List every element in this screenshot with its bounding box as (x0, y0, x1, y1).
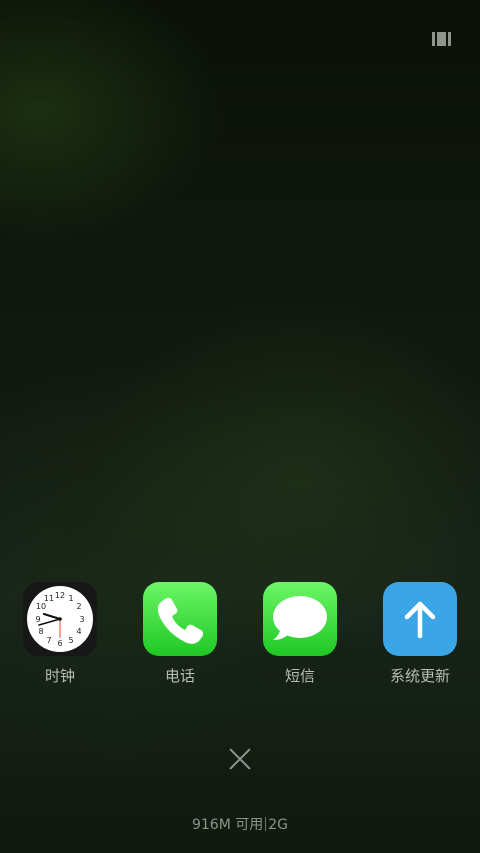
app-label-messages: 短信 (284, 667, 315, 685)
clock-number-4: 4 (76, 627, 81, 636)
clock-number-2: 2 (76, 602, 81, 611)
recent-apps-row: 12 1 2 3 4 5 6 7 8 9 10 11 时钟 电话 短信 系统更新 (0, 582, 480, 692)
clock-number-7: 7 (46, 636, 51, 645)
clock-number-1: 1 (68, 594, 73, 603)
clock-number-11: 11 (44, 594, 54, 603)
system-update-icon (383, 582, 457, 656)
clock-number-12: 12 (55, 591, 65, 600)
clock-number-3: 3 (79, 615, 84, 624)
clock-number-9: 9 (35, 615, 40, 624)
app-messages[interactable]: 短信 (250, 582, 350, 692)
clock-number-5: 5 (68, 636, 73, 645)
app-phone[interactable]: 电话 (130, 582, 230, 692)
memory-available: 916M 可用 (191, 817, 264, 833)
clock-icon: 12 1 2 3 4 5 6 7 8 9 10 11 (23, 582, 97, 656)
close-icon[interactable] (229, 748, 251, 770)
messages-icon (263, 582, 337, 656)
phone-icon (143, 582, 217, 656)
divider (265, 817, 267, 831)
app-label-phone: 电话 (164, 667, 195, 685)
network-type: 2G (268, 817, 289, 833)
app-clock[interactable]: 12 1 2 3 4 5 6 7 8 9 10 11 时钟 (10, 582, 110, 692)
clock-number-10: 10 (36, 602, 46, 611)
clock-number-6: 6 (57, 639, 62, 648)
app-label-system-update: 系统更新 (389, 667, 450, 685)
clock-number-8: 8 (38, 627, 43, 636)
memory-status: 916M 可用 2G (0, 815, 480, 835)
app-label-clock: 时钟 (44, 667, 75, 685)
recents-view-icon[interactable] (432, 32, 451, 46)
app-system-update[interactable]: 系统更新 (370, 582, 470, 692)
